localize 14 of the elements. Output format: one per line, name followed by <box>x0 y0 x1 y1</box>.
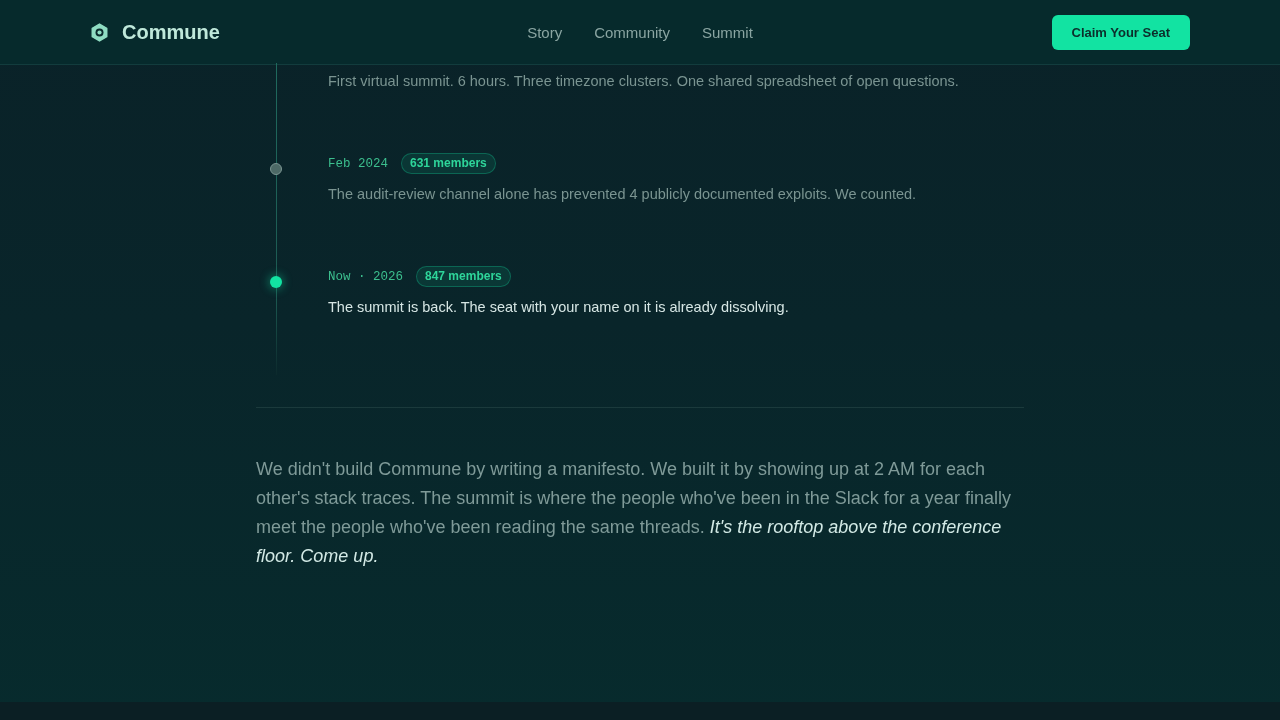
member-count-badge: 847 members <box>416 266 511 287</box>
nav-link[interactable]: Story <box>527 23 563 41</box>
member-count-badge: 631 members <box>401 153 496 174</box>
hexagon-logo-icon <box>90 22 109 42</box>
claim-seat-button[interactable]: Claim Your Seat <box>1051 14 1190 50</box>
timeline-description: First virtual summit. 6 hours. Three timezone clusters. One shared spreadsheet of open questions. <box>328 72 960 91</box>
nav-link[interactable]: Summit <box>702 23 753 41</box>
timeline-date: Feb 2024 <box>328 156 388 171</box>
nav-link[interactable]: Community <box>594 23 670 41</box>
brand-name: Commune <box>122 20 220 44</box>
timeline-date: Now · 2026 <box>328 269 403 284</box>
closing-paragraph: We didn't build Commune by writing a manifesto. We built it by showing up at 2 AM for each other's stack traces. The summit is where the people who've been in the Slack for a year finally meet the people who've been reading the same threads. It's the rooftop above the conference floor. Come up. <box>256 458 1012 568</box>
timeline-description: The audit-review channel alone has prevented 4 publicly documented exploits. We counted. <box>328 185 918 204</box>
timeline-description: The summit is back. The seat with your name on it is already dissolving. <box>328 298 790 317</box>
